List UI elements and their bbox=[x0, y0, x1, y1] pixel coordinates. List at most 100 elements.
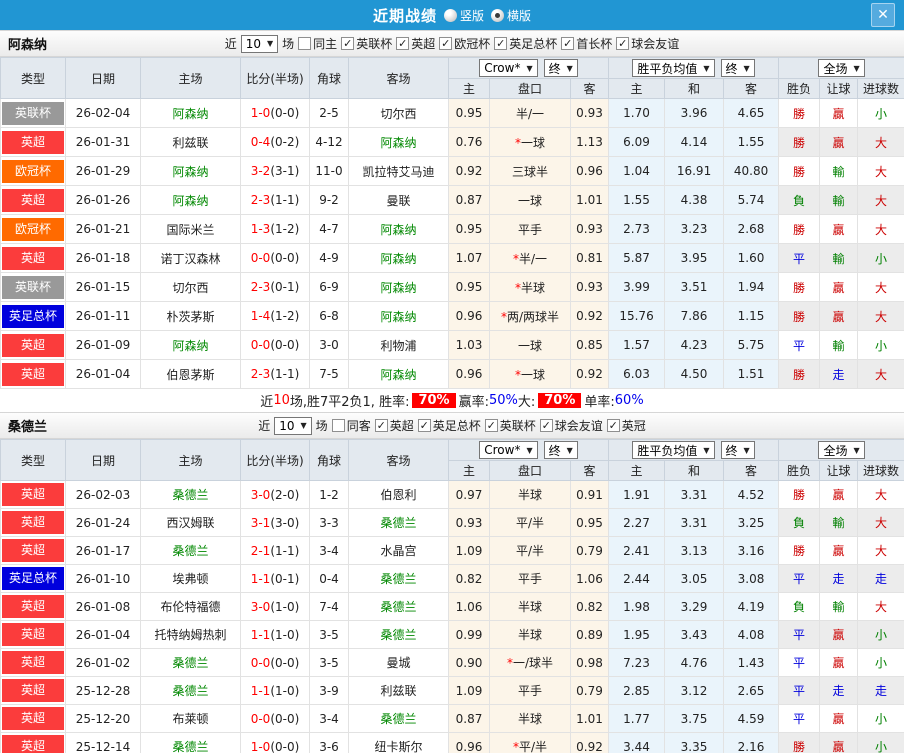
final-odds-select[interactable]: 终 ▼ bbox=[543, 59, 578, 77]
avg-draw-cell: 3.95 bbox=[664, 243, 725, 273]
league-filter[interactable]: ✓ 英超 bbox=[396, 35, 435, 52]
league-filter[interactable]: ✓ 球会友谊 bbox=[616, 35, 679, 52]
avg-away-cell: 4.08 bbox=[723, 620, 780, 649]
match-row: 英超 25-12-20 布莱顿 0-0(0-0) 3-4 桑德兰 0.87 半球 1.01 1.7… bbox=[0, 704, 904, 733]
home-odds-cell: 0.90 bbox=[448, 648, 490, 677]
avg-odds-select[interactable]: 胜平负均值 ▼ bbox=[632, 441, 715, 459]
league-cell: 英足总杯 bbox=[0, 301, 66, 331]
score-cell: 1-1(0-1) bbox=[240, 564, 310, 593]
same-venue-label: 同主 bbox=[313, 37, 338, 51]
goals-result-cell: 小 bbox=[857, 98, 904, 128]
league-cell: 英超 bbox=[0, 127, 66, 157]
goals-result-cell: 大 bbox=[857, 185, 904, 215]
score-cell: 0-4(0-2) bbox=[240, 127, 310, 157]
league-filter[interactable]: ✓ 欧冠杯 bbox=[439, 35, 490, 52]
scope-select[interactable]: 全场 ▼ bbox=[818, 59, 865, 77]
avg-odds-select[interactable]: 胜平负均值 ▼ bbox=[632, 59, 715, 77]
league-filter-group: ✓ 英联杯 ✓ 英超 ✓ 欧冠杯 ✓ 英足总杯 ✓ 首长杯 ✓ 球会友谊 bbox=[341, 35, 679, 52]
radio-icon[interactable] bbox=[491, 8, 504, 22]
col-avg-home: 主 bbox=[608, 460, 666, 481]
home-odds-cell: 0.95 bbox=[448, 272, 490, 302]
odds-source-select[interactable]: Crow* ▼ bbox=[479, 441, 538, 459]
league-badge: 英足总杯 bbox=[2, 304, 64, 328]
away-team-cell: 桑德兰 bbox=[348, 564, 449, 593]
same-venue-filter[interactable]: 同主 bbox=[298, 35, 337, 52]
avg-away-cell: 1.15 bbox=[723, 301, 780, 331]
league-filter[interactable]: ✓ 英超 bbox=[374, 417, 414, 434]
league-filter[interactable]: ✓ 英联杯 bbox=[484, 417, 536, 434]
league-checkbox[interactable]: ✓ bbox=[341, 37, 355, 50]
league-checkbox[interactable]: ✓ bbox=[616, 37, 630, 50]
avg-home-cell: 1.77 bbox=[608, 704, 666, 733]
league-checkbox[interactable]: ✓ bbox=[417, 419, 431, 432]
league-checkbox[interactable]: ✓ bbox=[539, 419, 553, 432]
handicap-result-cell: 贏 bbox=[819, 480, 859, 509]
games-label: 场 bbox=[282, 37, 295, 51]
league-badge: 英足总杯 bbox=[2, 567, 64, 590]
league-filter[interactable]: ✓ 球会友谊 bbox=[539, 417, 603, 434]
col-type: 类型 bbox=[0, 439, 66, 481]
league-filter[interactable]: ✓ 英足总杯 bbox=[417, 417, 481, 434]
home-team-cell: 阿森纳 bbox=[140, 185, 241, 215]
layout-radio-horizontal[interactable]: 横版 bbox=[491, 7, 531, 24]
corner-cell: 4-12 bbox=[309, 127, 349, 157]
layout-radio-vertical[interactable]: 竖版 bbox=[443, 7, 484, 24]
final-odds-select[interactable]: 终 ▼ bbox=[543, 441, 578, 459]
odds-source-select[interactable]: Crow* ▼ bbox=[479, 59, 538, 77]
col-handicap: 盘口 bbox=[489, 78, 571, 99]
league-badge: 英超 bbox=[2, 246, 64, 270]
league-checkbox[interactable]: ✓ bbox=[484, 419, 498, 432]
away-team-cell: 曼城 bbox=[348, 648, 449, 677]
same-venue-checkbox[interactable] bbox=[298, 37, 312, 50]
league-checkbox[interactable]: ✓ bbox=[396, 37, 410, 50]
score-cell: 1-0(0-0) bbox=[240, 732, 310, 753]
league-checkbox[interactable]: ✓ bbox=[374, 419, 388, 432]
league-checkbox[interactable]: ✓ bbox=[439, 37, 453, 50]
result-cell: 平 bbox=[778, 330, 821, 360]
away-odds-cell: 0.93 bbox=[569, 98, 610, 128]
col-handicap-result: 让球 bbox=[819, 460, 859, 481]
league-badge: 英超 bbox=[2, 333, 64, 357]
same-venue-checkbox[interactable] bbox=[331, 419, 345, 432]
league-checkbox[interactable]: ✓ bbox=[561, 37, 575, 50]
col-type: 类型 bbox=[0, 57, 66, 99]
date-cell: 26-01-31 bbox=[65, 127, 141, 157]
recent-count-select[interactable]: 10 ▼ bbox=[240, 34, 279, 53]
corner-cell: 3-6 bbox=[309, 732, 349, 753]
final-avg-select[interactable]: 终 ▼ bbox=[720, 441, 755, 459]
final-avg-select[interactable]: 终 ▼ bbox=[720, 59, 755, 77]
score-cell: 2-1(1-1) bbox=[240, 536, 310, 565]
away-team-cell: 利兹联 bbox=[348, 676, 449, 705]
handicap-cell: *半/一 bbox=[489, 243, 571, 273]
chevron-down-icon: ▼ bbox=[267, 39, 274, 48]
away-team-cell: 曼联 bbox=[348, 185, 449, 215]
avg-away-cell: 3.08 bbox=[723, 564, 780, 593]
league-filter[interactable]: ✓ 英联杯 bbox=[341, 35, 392, 52]
handicap-result-cell: 贏 bbox=[819, 648, 859, 677]
close-icon[interactable]: ✕ bbox=[871, 3, 895, 27]
league-filter[interactable]: ✓ 英足总杯 bbox=[494, 35, 557, 52]
chevron-down-icon: ▼ bbox=[300, 421, 307, 430]
same-venue-filter[interactable]: 同客 bbox=[331, 417, 371, 434]
league-filter[interactable]: ✓ 首长杯 bbox=[561, 35, 612, 52]
result-cell: 平 bbox=[778, 243, 821, 273]
away-odds-cell: 0.89 bbox=[569, 620, 610, 649]
avg-draw-cell: 4.38 bbox=[664, 185, 725, 215]
league-badge: 英超 bbox=[2, 735, 64, 753]
radio-icon[interactable] bbox=[443, 8, 457, 22]
avg-away-cell: 3.16 bbox=[723, 536, 780, 565]
home-team-cell: 埃弗顿 bbox=[140, 564, 241, 593]
scope-select[interactable]: 全场 ▼ bbox=[818, 441, 865, 459]
date-cell: 25-12-14 bbox=[65, 732, 141, 753]
chevron-down-icon: ▼ bbox=[853, 445, 860, 455]
date-cell: 26-01-02 bbox=[65, 648, 141, 677]
result-cell: 勝 bbox=[778, 156, 821, 186]
league-filter[interactable]: ✓ 英冠 bbox=[606, 417, 646, 434]
handicap-result-cell: 走 bbox=[819, 564, 859, 593]
avg-away-cell: 4.19 bbox=[723, 592, 780, 621]
recent-count-select[interactable]: 10 ▼ bbox=[274, 416, 312, 435]
league-checkbox[interactable]: ✓ bbox=[606, 419, 620, 432]
result-cell: 平 bbox=[778, 648, 821, 677]
home-odds-cell: 0.96 bbox=[448, 301, 490, 331]
league-checkbox[interactable]: ✓ bbox=[494, 37, 508, 50]
